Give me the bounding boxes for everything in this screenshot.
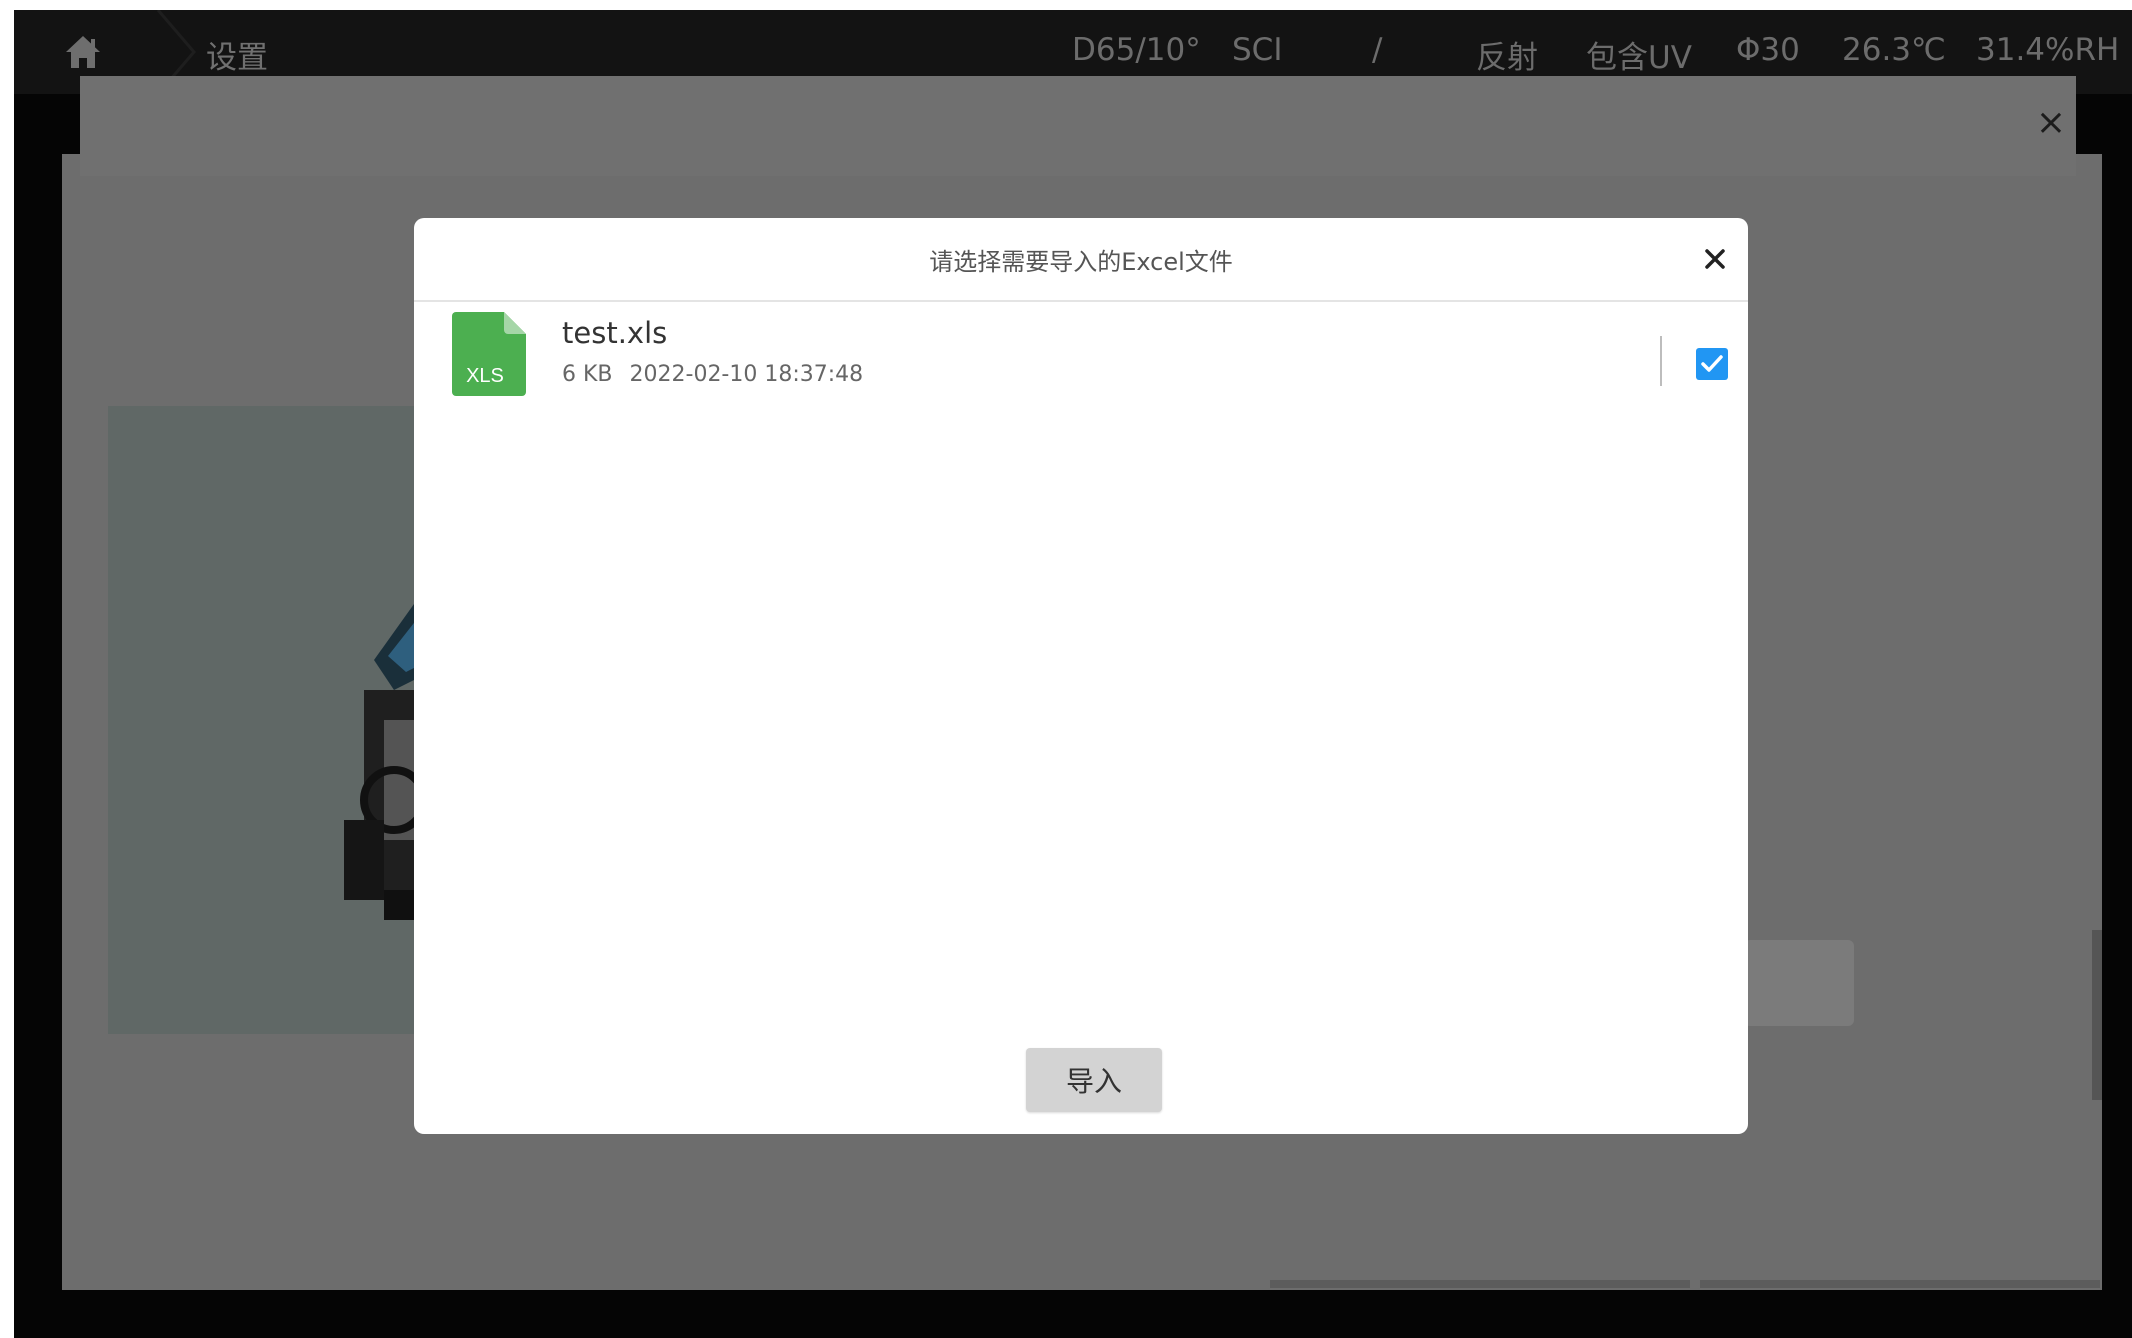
background-tab-indicator <box>1270 1280 1690 1288</box>
import-button[interactable]: 导入 <box>1026 1048 1162 1112</box>
file-list-item[interactable]: XLS test.xls 6 KB 2022-02-10 18:37:48 <box>414 302 1748 412</box>
background-close-icon: × <box>2035 102 2067 143</box>
aperture-status: Φ30 <box>1736 32 1800 68</box>
file-size: 6 KB <box>562 362 613 387</box>
background-panel-header <box>80 76 2076 176</box>
mode-status: SCI <box>1232 32 1283 68</box>
illuminant-status: D65/10° <box>1072 32 1201 68</box>
status-separator: / <box>1372 32 1383 68</box>
row-divider <box>1660 336 1662 386</box>
excel-file-icon: XLS <box>452 312 526 396</box>
uv-status: 包含UV <box>1586 40 1692 76</box>
home-icon[interactable] <box>64 34 102 70</box>
temperature-status: 26.3℃ <box>1842 32 1946 68</box>
humidity-status: 31.4%RH <box>1976 32 2120 68</box>
import-file-dialog: 请选择需要导入的Excel文件 XLS test.xls 6 KB 2022-0… <box>414 218 1748 1134</box>
file-modified-time: 2022-02-10 18:37:48 <box>629 362 864 387</box>
close-icon[interactable] <box>1698 242 1732 276</box>
measure-type-status: 反射 <box>1476 40 1538 76</box>
file-select-checkbox[interactable] <box>1696 348 1728 380</box>
page-title: 设置 <box>206 40 268 76</box>
file-name: test.xls <box>562 316 668 350</box>
background-tab-indicator <box>1700 1280 2100 1288</box>
background-button <box>1744 940 1854 1026</box>
file-meta: 6 KB 2022-02-10 18:37:48 <box>562 362 863 387</box>
checkmark-icon <box>1701 355 1723 372</box>
dialog-title: 请选择需要导入的Excel文件 <box>929 248 1233 276</box>
background-scrollbar <box>2092 930 2102 1100</box>
dialog-header: 请选择需要导入的Excel文件 <box>414 218 1748 302</box>
device-screen: 设置 D65/10° SCI / 反射 包含UV Φ30 26.3℃ 31.4%… <box>14 10 2132 1338</box>
file-icon-label: XLS <box>466 365 504 387</box>
